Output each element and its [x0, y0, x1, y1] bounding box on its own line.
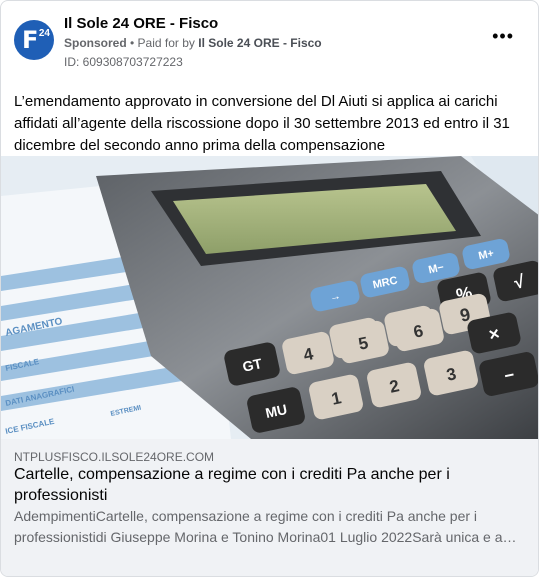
more-options-icon[interactable]: ••• [492, 27, 514, 45]
sponsored-line: Sponsored • Paid for by Il Sole 24 ORE -… [64, 36, 322, 50]
link-description: AdempimentiCartelle, compensazione a reg… [14, 508, 517, 545]
post-body-text: L’emendamento approvato in conversione d… [14, 93, 510, 154]
avatar-number: 24 [38, 28, 50, 39]
link-domain: NTPLUSFISCO.ILSOLE24ORE.COM [14, 450, 215, 464]
ad-card: F 24 Il Sole 24 ORE - Fisco Sponsored • … [0, 0, 539, 577]
paid-for-name[interactable]: Il Sole 24 ORE - Fisco [198, 36, 321, 50]
link-preview[interactable]: NTPLUSFISCO.ILSOLE24ORE.COM Cartelle, co… [1, 439, 538, 576]
paid-for-prefix: • Paid for by [126, 36, 199, 50]
ad-id: ID: 609308703727223 [64, 55, 183, 69]
link-title[interactable]: Cartelle, compensazione a regime con i c… [14, 464, 519, 506]
post-header: F 24 Il Sole 24 ORE - Fisco Sponsored • … [1, 1, 538, 81]
ad-image[interactable]: AGAMENTO FISCALE DATI ANAGRAFICI ICE FIS… [1, 156, 538, 439]
avatar-letter: F [22, 26, 39, 54]
calculator-illustration: AGAMENTO FISCALE DATI ANAGRAFICI ICE FIS… [1, 156, 538, 439]
page-name-link[interactable]: Il Sole 24 ORE - Fisco [64, 15, 218, 32]
sponsored-label[interactable]: Sponsored [64, 36, 127, 50]
page-avatar[interactable]: F 24 [14, 20, 54, 60]
